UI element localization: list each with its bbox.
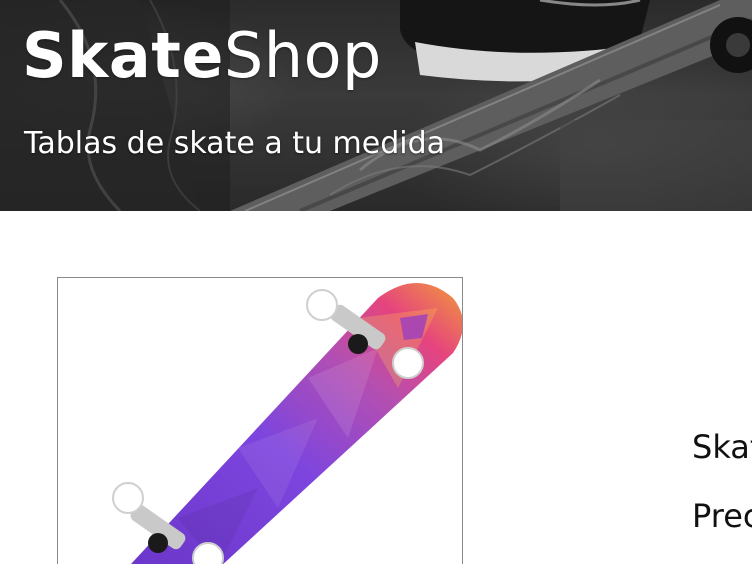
skateboard-product-image[interactable]	[57, 277, 463, 564]
product-price-label: Prec	[692, 497, 752, 535]
brand-name-light: Shop	[223, 19, 382, 92]
brand-name-bold: Skate	[22, 19, 224, 92]
brand-logo-text[interactable]: SkateShop	[22, 20, 382, 92]
product-name-label: Skat	[692, 428, 752, 466]
product-info: Skat Prec	[692, 427, 752, 547]
header-banner: SkateShop Tablas de skate a tu medida	[0, 0, 752, 211]
header-tagline: Tablas de skate a tu medida	[24, 126, 446, 161]
skateboard-illustration	[112, 283, 462, 564]
page: SkateShop Tablas de skate a tu medida Sk…	[0, 0, 752, 564]
